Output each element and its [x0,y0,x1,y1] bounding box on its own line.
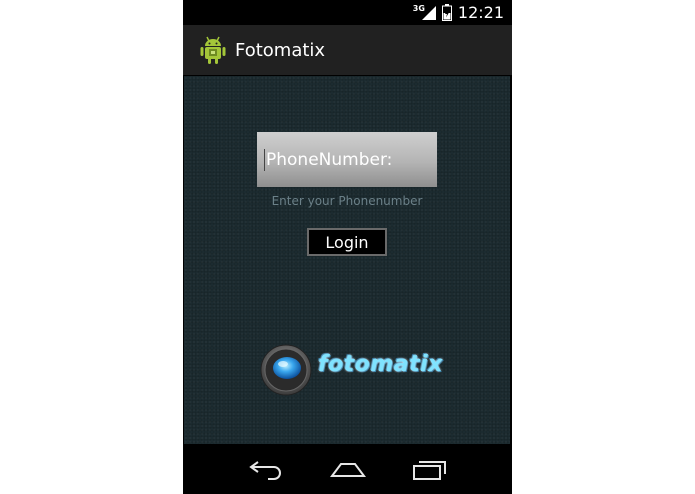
action-bar: Fotomatix [183,25,512,75]
text-cursor [264,148,265,171]
device-frame: 3G 12:21 Fotomatix PhoneNumber: Enter yo… [183,0,512,494]
back-icon[interactable] [246,456,286,482]
logo-text: fotomatix [318,352,443,377]
phone-hint-label: Enter your Phonenumber [271,194,423,208]
recent-apps-icon[interactable] [410,456,450,482]
signal-icon [421,5,436,20]
fotomatix-logo: fotomatix [258,344,442,396]
app-title: Fotomatix [235,39,326,61]
status-clock: 12:21 [457,3,504,22]
login-screen: PhoneNumber: Enter your Phonenumber Logi… [184,76,510,444]
navigation-bar [183,444,512,494]
phone-number-input[interactable]: PhoneNumber: [257,132,437,187]
phone-input-text: PhoneNumber: [266,149,393,170]
login-button-label: Login [325,232,369,252]
status-bar: 3G 12:21 [183,0,512,25]
login-button[interactable]: Login [307,228,387,256]
phone-hint-text: Enter your Phonenumber [184,194,510,208]
battery-icon [441,4,452,21]
status-icons: 3G 12:21 [413,3,504,22]
camera-lens-icon [260,344,312,396]
home-icon[interactable] [328,456,368,482]
android-icon[interactable] [199,35,227,65]
